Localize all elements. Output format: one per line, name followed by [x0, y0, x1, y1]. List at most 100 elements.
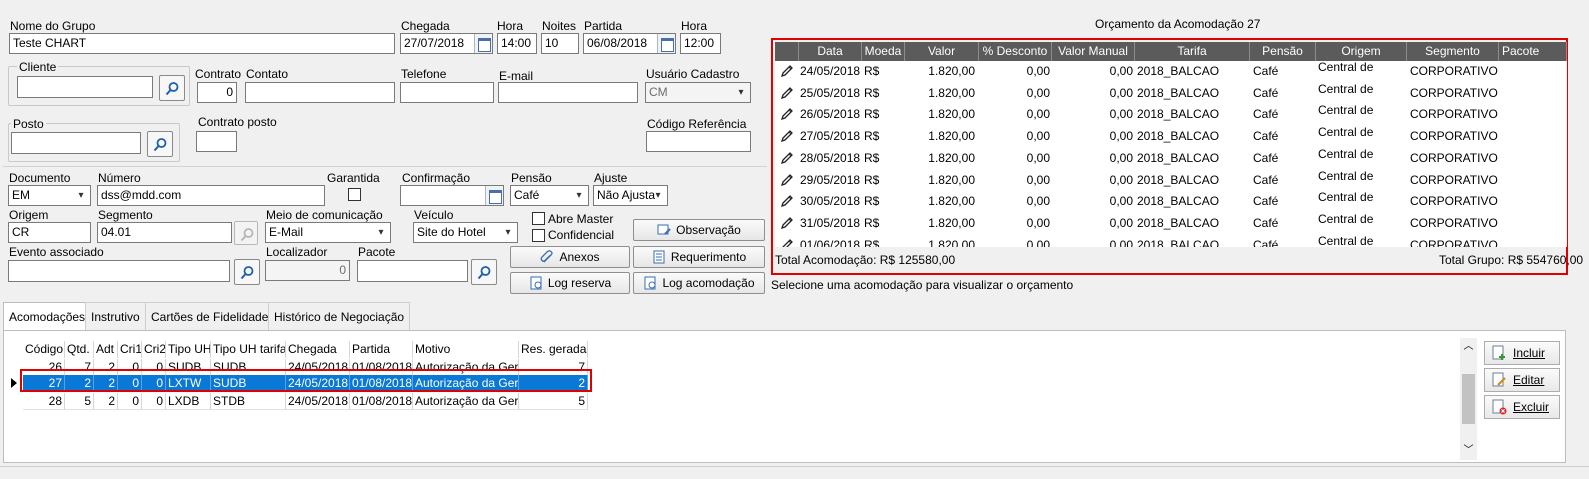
- budget-row[interactable]: 27/05/2018 R$ 1.820,00 0,00 0,00 2018_BALCAO C…: [775, 125, 1567, 148]
- include-button[interactable]: Incluir: [1484, 341, 1560, 365]
- edit-pencil-icon[interactable]: [780, 216, 794, 230]
- media-select[interactable]: E-Mail ▾: [265, 222, 391, 243]
- attachments-button[interactable]: Anexos: [510, 246, 630, 268]
- email-field[interactable]: [498, 82, 638, 103]
- budget-row[interactable]: 31/05/2018 R$ 1.820,00 0,00 0,00 2018_BALCAO C…: [775, 212, 1567, 235]
- post-contract-field[interactable]: [196, 131, 237, 152]
- post-field[interactable]: [11, 132, 141, 154]
- budget-col-package[interactable]: Pacote: [1499, 42, 1567, 61]
- document-select[interactable]: EM ▾: [8, 185, 91, 206]
- requirement-button[interactable]: Requerimento: [633, 246, 765, 268]
- edit-pencil-icon[interactable]: [780, 151, 794, 165]
- acc-col-qty[interactable]: Qtd.: [65, 341, 94, 358]
- tab-loyalty-cards[interactable]: Cartões de Fidelidade: [145, 302, 275, 330]
- acc-col-cri2[interactable]: Cri2: [142, 341, 166, 358]
- scroll-down-icon[interactable]: ﹀: [1460, 442, 1477, 459]
- departure-hour-field[interactable]: 12:00: [680, 33, 721, 54]
- calendar-icon[interactable]: [657, 34, 675, 53]
- scroll-thumb[interactable]: [1462, 374, 1475, 424]
- confirmation-field[interactable]: [400, 185, 504, 206]
- budget-row[interactable]: 28/05/2018 R$ 1.820,00 0,00 0,00 2018_BALCAO C…: [775, 147, 1567, 170]
- contact-field[interactable]: [245, 82, 395, 103]
- ref-code-field[interactable]: [646, 131, 751, 152]
- accommodation-row[interactable]: 26 7 2 0 0 SUDB SUDB 24/05/2018 01/08/2018 Autori…: [9, 359, 589, 376]
- abre-master-label: Abre Master: [548, 212, 614, 226]
- edit-pencil-icon[interactable]: [780, 107, 794, 121]
- budget-col-board[interactable]: Pensão: [1250, 42, 1316, 61]
- adjust-select[interactable]: Não Ajusta ▾: [593, 185, 668, 206]
- accommodation-row[interactable]: 28 5 2 0 0 LXDB STDB 24/05/2018 01/08/2018 Autori…: [9, 393, 589, 410]
- budget-col-rate[interactable]: Tarifa: [1135, 42, 1250, 61]
- board-select[interactable]: Café ▾: [510, 185, 589, 206]
- tab-acomodacoes[interactable]: Acomodações: [3, 302, 92, 331]
- accommodation-cell-generated: 7: [519, 359, 588, 376]
- edit-pencil-icon[interactable]: [780, 64, 794, 78]
- acc-col-cri1[interactable]: Cri1: [118, 341, 142, 358]
- budget-row[interactable]: 30/05/2018 R$ 1.820,00 0,00 0,00 2018_BALCAO C…: [775, 190, 1567, 213]
- budget-row[interactable]: 25/05/2018 R$ 1.820,00 0,00 0,00 2018_BALCAO C…: [775, 82, 1567, 105]
- contract-field[interactable]: 0: [197, 82, 237, 103]
- budget-col-discount[interactable]: % Desconto: [979, 42, 1052, 61]
- confidential-checkbox[interactable]: [532, 229, 545, 242]
- acc-col-generated[interactable]: Res. geradas: [519, 341, 588, 358]
- budget-col-date[interactable]: Data: [799, 42, 862, 61]
- acc-col-departure[interactable]: Partida: [350, 341, 413, 358]
- acc-col-adt[interactable]: Adt: [94, 341, 118, 358]
- observation-button[interactable]: Observação: [633, 219, 765, 241]
- edit-pencil-icon[interactable]: [780, 86, 794, 100]
- budget-col-manual[interactable]: Valor Manual: [1052, 42, 1135, 61]
- accommodations-grid[interactable]: Código Qtd. Adt Cri1 Cri2 Tipo UH Tipo U…: [9, 339, 1462, 461]
- phone-field[interactable]: [400, 82, 494, 103]
- budget-row[interactable]: 26/05/2018 R$ 1.820,00 0,00 0,00 2018_BALCAO C…: [775, 103, 1567, 126]
- guarantee-checkbox[interactable]: [348, 188, 361, 201]
- arrival-date-field[interactable]: 27/07/2018: [400, 33, 493, 54]
- acc-col-arrival[interactable]: Chegada: [286, 341, 350, 358]
- accommodation-row[interactable]: 27 2 2 0 0 LXTW SUDB 24/05/2018 01/08/2018 Autori…: [9, 375, 589, 392]
- origin-field[interactable]: CR: [8, 222, 91, 243]
- edit-pencil-icon[interactable]: [780, 194, 794, 208]
- budget-row[interactable]: 29/05/2018 R$ 1.820,00 0,00 0,00 2018_BALCAO C…: [775, 169, 1567, 192]
- nights-field[interactable]: 10: [541, 33, 579, 54]
- post-search-button[interactable]: [147, 131, 173, 157]
- group-name-field[interactable]: Teste CHART: [9, 33, 395, 54]
- event-search-button[interactable]: [234, 259, 260, 285]
- tab-negotiation-history[interactable]: Histórico de Negociação: [268, 302, 411, 330]
- budget-row[interactable]: 01/06/2018 R$ 1.820,00 0,00 0,00 2018_BALCAO C…: [775, 234, 1567, 247]
- abre-master-checkbox[interactable]: [532, 212, 545, 225]
- vehicle-select[interactable]: Site do Hotel ▾: [413, 222, 518, 243]
- event-field[interactable]: [8, 260, 230, 282]
- calendar-icon[interactable]: [474, 34, 492, 53]
- acc-col-uh-rate[interactable]: Tipo UH tarifa: [211, 341, 286, 358]
- log-accommodation-button[interactable]: Log acomodação: [633, 272, 765, 294]
- tab-instrutivo[interactable]: Instrutivo: [85, 302, 146, 330]
- client-search-button[interactable]: [159, 75, 185, 101]
- arrival-hour-field[interactable]: 14:00: [497, 33, 537, 54]
- edit-pencil-icon[interactable]: [780, 129, 794, 143]
- acc-col-reason[interactable]: Motivo: [413, 341, 519, 358]
- locator-field[interactable]: 0: [265, 260, 350, 281]
- log-reservation-button[interactable]: Log reserva: [510, 272, 630, 294]
- client-field[interactable]: [17, 76, 153, 98]
- package-field[interactable]: [357, 260, 468, 282]
- accommodations-scrollbar[interactable]: ︿ ﹀: [1460, 338, 1477, 460]
- budget-col-currency[interactable]: Moeda: [862, 42, 905, 61]
- calendar-icon[interactable]: [485, 186, 503, 205]
- departure-date-field[interactable]: 06/08/2018: [583, 33, 676, 54]
- budget-col-segment[interactable]: Segmento: [1407, 42, 1499, 61]
- segment-search-button[interactable]: [234, 221, 258, 245]
- budget-row[interactable]: 24/05/2018 R$ 1.820,00 0,00 0,00 2018_BALCAO C…: [775, 60, 1567, 83]
- edit-button[interactable]: Editar: [1484, 368, 1560, 392]
- segment-field[interactable]: 04.01: [97, 222, 232, 243]
- delete-button[interactable]: Excluir: [1484, 395, 1560, 419]
- number-field[interactable]: dss@mdd.com: [97, 185, 325, 206]
- scroll-up-icon[interactable]: ︿: [1460, 338, 1477, 355]
- user-select[interactable]: CM ▾: [645, 82, 751, 103]
- edit-pencil-icon[interactable]: [780, 173, 794, 187]
- budget-col-origin[interactable]: Origem: [1316, 42, 1407, 61]
- budget-grid[interactable]: Data Moeda Valor % Desconto Valor Manual…: [775, 42, 1567, 247]
- budget-col-value[interactable]: Valor: [905, 42, 979, 61]
- acc-col-uh[interactable]: Tipo UH: [166, 341, 211, 358]
- edit-pencil-icon[interactable]: [780, 238, 794, 247]
- acc-col-code[interactable]: Código: [23, 341, 65, 358]
- package-search-button[interactable]: [471, 259, 497, 285]
